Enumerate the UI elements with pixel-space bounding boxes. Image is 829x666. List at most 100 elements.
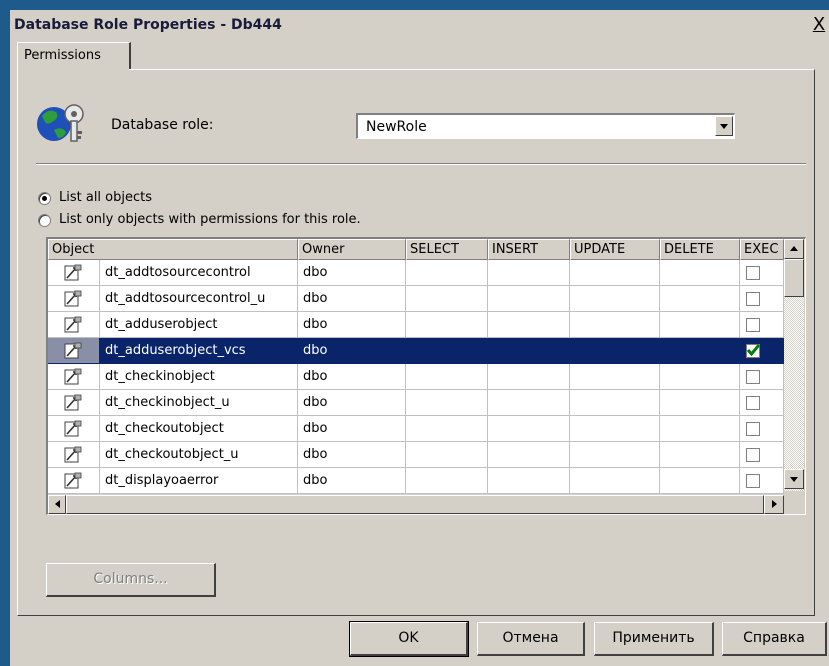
table-row[interactable]: dt_checkinobject dbo bbox=[48, 364, 786, 390]
permission-cell bbox=[488, 390, 570, 416]
permission-cell bbox=[660, 416, 740, 442]
arrow-down-icon bbox=[790, 477, 798, 482]
exec-cell bbox=[740, 338, 784, 364]
permission-cell bbox=[570, 468, 660, 494]
permission-cell bbox=[406, 442, 488, 468]
object-icon-cell bbox=[48, 416, 100, 442]
permission-cell bbox=[488, 442, 570, 468]
permission-cell bbox=[488, 338, 570, 364]
table-row[interactable]: dt_checkoutobject_u dbo bbox=[48, 442, 786, 468]
radio-button-unchecked[interactable] bbox=[38, 214, 51, 227]
ok-button-label: OK bbox=[398, 630, 419, 646]
column-header-delete[interactable]: DELETE bbox=[660, 239, 740, 260]
tab-permissions[interactable]: Permissions bbox=[17, 42, 131, 70]
horizontal-scrollbar[interactable] bbox=[48, 495, 805, 514]
exec-checkbox[interactable] bbox=[746, 422, 760, 436]
permission-cell bbox=[406, 338, 488, 364]
owner-cell: dbo bbox=[298, 416, 406, 442]
scroll-up-button[interactable] bbox=[784, 239, 804, 259]
permission-cell bbox=[570, 442, 660, 468]
scroll-thumb[interactable] bbox=[784, 259, 804, 297]
object-name-cell: dt_checkinobject_u bbox=[100, 390, 298, 416]
exec-cell bbox=[740, 260, 784, 286]
owner-cell: dbo bbox=[298, 338, 406, 364]
column-header-exec[interactable]: EXEC bbox=[740, 239, 784, 260]
permission-cell bbox=[488, 468, 570, 494]
stored-procedure-icon bbox=[64, 446, 82, 463]
permission-cell bbox=[570, 338, 660, 364]
vertical-scrollbar[interactable] bbox=[784, 239, 804, 491]
object-icon-cell bbox=[48, 442, 100, 468]
apply-button-label: Применить bbox=[612, 630, 695, 646]
close-icon[interactable]: X bbox=[809, 16, 829, 36]
exec-checkbox-checked[interactable] bbox=[746, 344, 760, 358]
permission-cell bbox=[488, 260, 570, 286]
table-row[interactable]: dt_addtosourcecontrol_u dbo bbox=[48, 286, 786, 312]
permission-cell bbox=[488, 416, 570, 442]
exec-cell bbox=[740, 286, 784, 312]
permission-cell bbox=[488, 364, 570, 390]
stored-procedure-icon bbox=[64, 472, 82, 489]
permissions-grid[interactable]: Object Owner SELECT INSERT UPDATE DELETE… bbox=[46, 237, 806, 515]
cancel-button-label: Отмена bbox=[502, 630, 559, 646]
scroll-right-button[interactable] bbox=[764, 495, 784, 514]
cancel-button[interactable]: Отмена bbox=[477, 622, 585, 656]
exec-cell bbox=[740, 442, 784, 468]
table-row[interactable]: dt_addtosourcecontrol dbo bbox=[48, 260, 786, 286]
exec-checkbox[interactable] bbox=[746, 318, 760, 332]
horizontal-scroll-thumb[interactable] bbox=[66, 495, 764, 514]
exec-checkbox[interactable] bbox=[746, 474, 760, 488]
permission-cell bbox=[570, 390, 660, 416]
column-header-insert[interactable]: INSERT bbox=[488, 239, 570, 260]
exec-checkbox[interactable] bbox=[746, 370, 760, 384]
arrow-right-icon bbox=[772, 500, 777, 508]
object-icon-cell bbox=[48, 364, 100, 390]
database-role-select[interactable]: NewRole bbox=[356, 113, 735, 139]
object-icon-cell bbox=[48, 390, 100, 416]
scroll-down-button[interactable] bbox=[784, 469, 804, 489]
table-row[interactable]: dt_checkinobject_u dbo bbox=[48, 390, 786, 416]
help-button[interactable]: Справка bbox=[722, 622, 827, 656]
table-row[interactable]: dt_adduserobject dbo bbox=[48, 312, 786, 338]
columns-button[interactable]: Columns... bbox=[46, 563, 216, 597]
radio-list-permitted-label: List only objects with permissions for t… bbox=[59, 212, 361, 227]
exec-checkbox[interactable] bbox=[746, 266, 760, 280]
column-header-update[interactable]: UPDATE bbox=[570, 239, 660, 260]
column-header-object[interactable]: Object bbox=[48, 239, 298, 260]
exec-cell bbox=[740, 312, 784, 338]
permission-cell bbox=[570, 286, 660, 312]
dropdown-button[interactable] bbox=[715, 116, 733, 136]
object-name-cell: dt_checkoutobject bbox=[100, 416, 298, 442]
ok-button[interactable]: OK bbox=[349, 621, 469, 657]
stored-procedure-icon bbox=[64, 420, 82, 437]
table-row[interactable]: dt_checkoutobject dbo bbox=[48, 416, 786, 442]
permission-cell bbox=[488, 312, 570, 338]
radio-button-checked[interactable] bbox=[38, 192, 51, 205]
exec-checkbox[interactable] bbox=[746, 292, 760, 306]
permission-cell bbox=[570, 312, 660, 338]
permission-cell bbox=[660, 260, 740, 286]
permission-cell bbox=[406, 364, 488, 390]
exec-checkbox[interactable] bbox=[746, 396, 760, 410]
permission-cell bbox=[660, 468, 740, 494]
object-name-cell: dt_adduserobject bbox=[100, 312, 298, 338]
owner-cell: dbo bbox=[298, 286, 406, 312]
exec-checkbox[interactable] bbox=[746, 448, 760, 462]
permission-cell bbox=[406, 286, 488, 312]
object-icon-cell bbox=[48, 338, 100, 364]
object-name-cell: dt_checkoutobject_u bbox=[100, 442, 298, 468]
exec-cell bbox=[740, 416, 784, 442]
tab-join bbox=[18, 69, 129, 71]
stored-procedure-icon bbox=[64, 316, 82, 333]
table-row[interactable]: dt_adduserobject_vcs dbo bbox=[48, 338, 786, 364]
column-header-select[interactable]: SELECT bbox=[406, 239, 488, 260]
apply-button[interactable]: Применить bbox=[594, 622, 714, 656]
object-icon-cell bbox=[48, 312, 100, 338]
permission-cell bbox=[406, 468, 488, 494]
object-icon-cell bbox=[48, 286, 100, 312]
stored-procedure-icon bbox=[64, 342, 82, 359]
owner-cell: dbo bbox=[298, 390, 406, 416]
column-header-owner[interactable]: Owner bbox=[298, 239, 406, 260]
table-row[interactable]: dt_displayoaerror dbo bbox=[48, 468, 786, 494]
scroll-left-button[interactable] bbox=[48, 495, 66, 514]
